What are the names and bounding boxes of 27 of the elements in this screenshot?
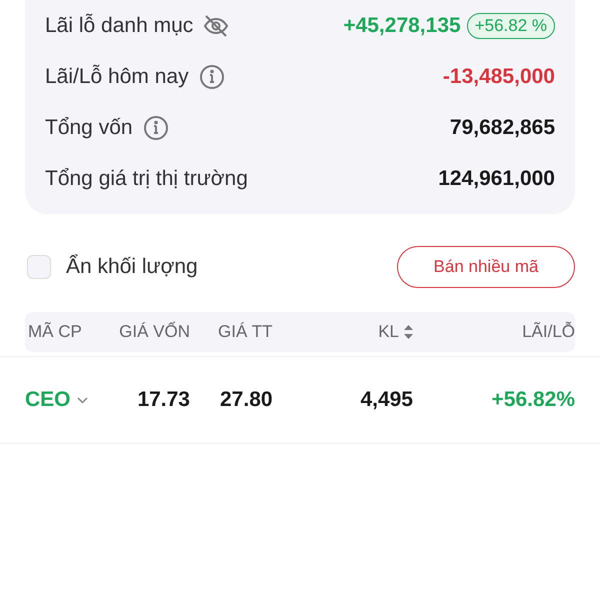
summary-label: Tổng giá trị thị trường [45,166,248,190]
summary-value: +45,278,135 [343,14,461,38]
summary-value: -13,485,000 [442,64,555,88]
column-header: MÃ CP [27,322,82,342]
column-header[interactable]: KL [378,322,413,342]
column-header: GIÁ VỐN [119,322,190,342]
summary-label: Lãi/Lỗ hôm nay [45,64,189,88]
column-header: LÃI/LỖ [522,322,575,342]
sell-multiple-button[interactable]: Bán nhiều mã [397,246,575,288]
stock-symbol[interactable]: CEO [25,388,88,412]
chevron-down-icon[interactable] [76,396,88,404]
table-cell: +56.82% [492,388,575,412]
table-cell: 4,495 [360,388,413,412]
eye-off-icon[interactable] [203,14,230,38]
sort-icon[interactable] [404,325,413,339]
checkbox-label: Ẩn khối lượng [66,255,198,279]
summary-value: 124,961,000 [438,166,555,190]
summary-label: Lãi lỗ danh mục [45,14,194,38]
info-icon[interactable] [142,114,169,140]
column-header: GIÁ TT [217,322,272,342]
summary-value: 79,682,865 [450,116,555,140]
table-cell: 17.73 [137,388,190,412]
summary-label: Tổng vốn [45,116,133,140]
checkbox[interactable] [27,255,51,279]
info-icon[interactable] [198,64,225,90]
percent-badge: +56.82 % [466,12,555,38]
table-cell-text: 27.80 [219,388,273,412]
